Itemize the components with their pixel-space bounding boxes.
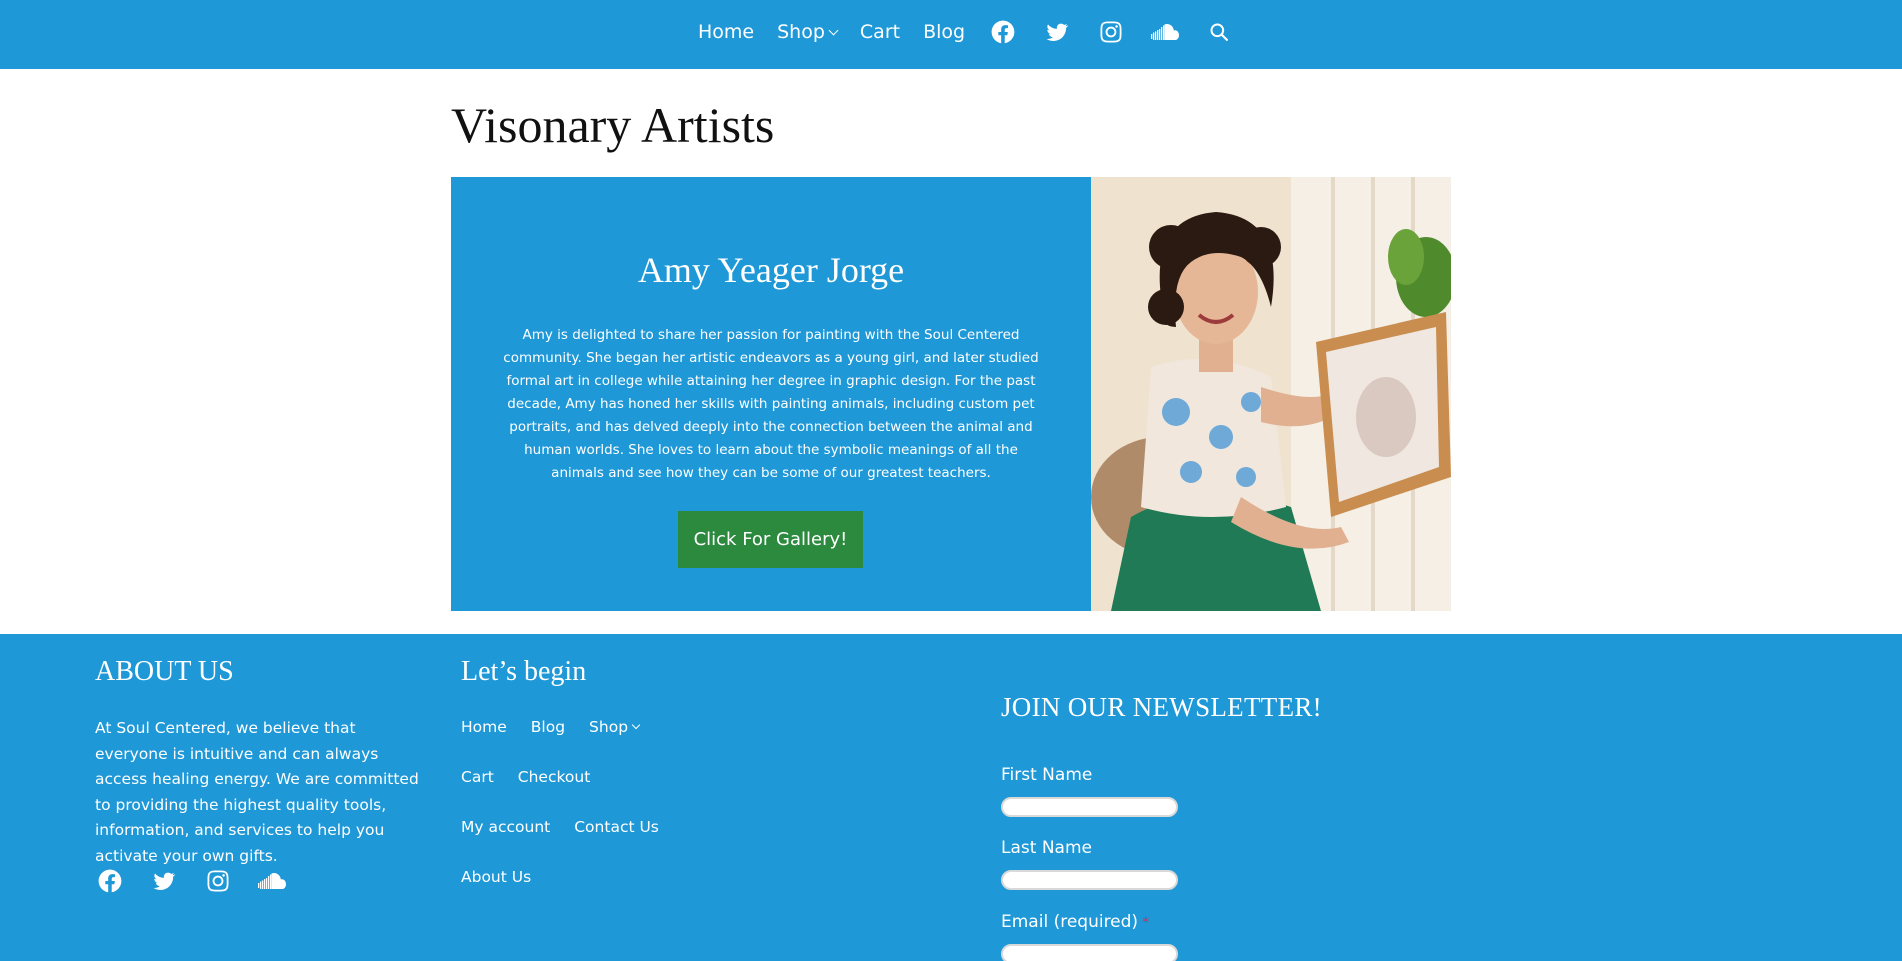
about-heading: ABOUT US xyxy=(95,656,234,687)
twitter-icon[interactable] xyxy=(149,866,179,896)
nav-blog[interactable]: Blog xyxy=(923,21,965,43)
email-field[interactable] xyxy=(1001,944,1178,961)
facebook-icon[interactable] xyxy=(988,17,1018,47)
twitter-icon[interactable] xyxy=(1042,17,1072,47)
footer-links: Home Blog Shop Cart Checkout My account … xyxy=(461,718,761,918)
last-name-label: Last Name xyxy=(1001,838,1092,858)
instagram-icon[interactable] xyxy=(203,866,233,896)
footer-link-checkout[interactable]: Checkout xyxy=(518,768,591,786)
facebook-icon[interactable] xyxy=(95,866,125,896)
footer-link-cart[interactable]: Cart xyxy=(461,768,494,786)
artist-info-panel: Amy Yeager Jorge Amy is delighted to sha… xyxy=(451,177,1091,611)
footer-link-my-account[interactable]: My account xyxy=(461,818,550,836)
footer-link-home[interactable]: Home xyxy=(461,718,507,736)
last-name-field[interactable] xyxy=(1001,870,1178,890)
artist-photo xyxy=(1091,177,1451,611)
chevron-down-icon xyxy=(828,25,839,35)
footer-link-shop-label: Shop xyxy=(589,718,629,736)
footer-link-about-us[interactable]: About Us xyxy=(461,868,531,886)
search-icon[interactable] xyxy=(1204,17,1234,47)
first-name-field[interactable] xyxy=(1001,797,1178,817)
footer-link-row: My account Contact Us xyxy=(461,818,761,868)
soundcloud-icon[interactable] xyxy=(257,866,287,896)
main-nav: Home Shop Cart Blog xyxy=(698,0,1258,64)
nav-shop[interactable]: Shop xyxy=(777,21,839,43)
gallery-button[interactable]: Click For Gallery! xyxy=(678,511,863,568)
footer-link-contact-us[interactable]: Contact Us xyxy=(574,818,659,836)
email-label: Email (required) * xyxy=(1001,912,1149,932)
nav-shop-label: Shop xyxy=(777,21,825,43)
footer-link-row: Home Blog Shop xyxy=(461,718,761,768)
artist-hero: Amy Yeager Jorge Amy is delighted to sha… xyxy=(451,177,1451,611)
nav-cart[interactable]: Cart xyxy=(860,21,900,43)
newsletter-heading: JOIN OUR NEWSLETTER! xyxy=(1001,692,1322,722)
instagram-icon[interactable] xyxy=(1096,17,1126,47)
site-footer: ABOUT US At Soul Centered, we believe th… xyxy=(0,634,1902,961)
first-name-label: First Name xyxy=(1001,765,1093,785)
soundcloud-icon[interactable] xyxy=(1150,17,1180,47)
chevron-down-icon xyxy=(631,720,641,730)
page-title: Visonary Artists xyxy=(451,97,775,153)
footer-link-row: About Us xyxy=(461,868,761,918)
footer-link-shop[interactable]: Shop xyxy=(589,718,641,736)
artist-bio: Amy is delighted to share her passion fo… xyxy=(503,327,1039,481)
top-navigation-bar: Home Shop Cart Blog xyxy=(0,0,1902,69)
required-marker: * xyxy=(1142,915,1150,931)
links-heading: Let’s begin xyxy=(461,656,587,687)
nav-home[interactable]: Home xyxy=(698,21,754,43)
email-label-text: Email (required) xyxy=(1001,912,1139,932)
footer-link-blog[interactable]: Blog xyxy=(531,718,565,736)
about-text: At Soul Centered, we believe that everyo… xyxy=(95,719,419,865)
footer-link-row: Cart Checkout xyxy=(461,768,761,818)
artist-name: Amy Yeager Jorge xyxy=(637,250,905,290)
footer-social-icons xyxy=(95,866,311,896)
